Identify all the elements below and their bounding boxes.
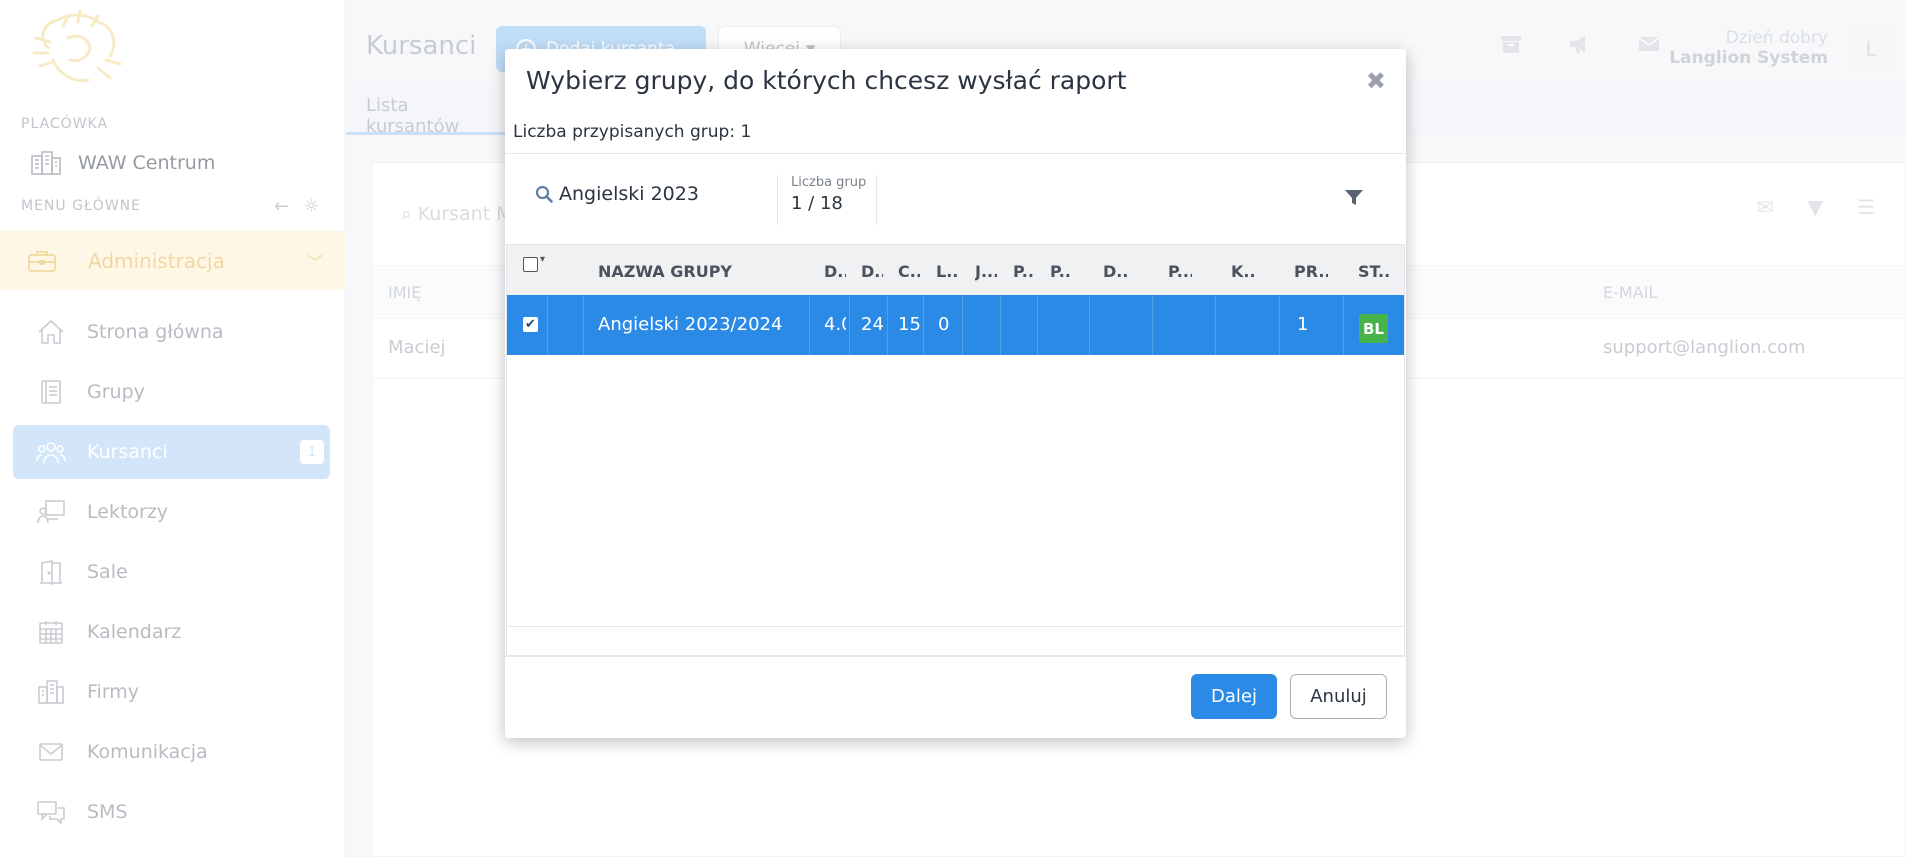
group-search-input[interactable]: Angielski 2023 — [535, 183, 699, 205]
group-count-label: Liczba grup — [791, 175, 867, 190]
column-divider — [583, 295, 584, 355]
groups-table: ▾ NAZWA GRUPY D... D... C... L... J... P… — [506, 244, 1405, 656]
table-header: ▾ NAZWA GRUPY D... D... C... L... J... P… — [507, 245, 1404, 295]
column-j[interactable]: J... — [975, 262, 997, 281]
group-count-value: 1 / 18 — [791, 193, 843, 214]
column-divider — [849, 295, 850, 355]
group-count: Liczba grup 1 / 18 — [791, 175, 866, 214]
column-divider — [809, 295, 810, 355]
column-divider — [962, 295, 963, 355]
column-divider — [1343, 295, 1344, 355]
divider — [876, 175, 877, 225]
group-name-cell: Angielski 2023/2024 — [598, 314, 783, 335]
dialog-title: Wybierz grupy, do których chcesz wysłać … — [526, 66, 1127, 95]
column-l[interactable]: L... — [936, 262, 958, 281]
divider — [505, 153, 1406, 154]
search-icon — [535, 185, 553, 203]
status-badge: BL — [1359, 314, 1388, 343]
divider — [505, 656, 1406, 657]
select-all-checkbox[interactable] — [523, 257, 538, 272]
table-footer-divider — [507, 626, 1404, 627]
cell-c: 150 — [898, 314, 920, 335]
column-divider — [923, 295, 924, 355]
column-d2[interactable]: D... — [861, 262, 883, 281]
column-p1[interactable]: P... — [1013, 262, 1035, 281]
next-button[interactable]: Dalej — [1191, 674, 1277, 719]
table-row[interactable]: ✔ Angielski 2023/2024 4.0 24 150 0 — [507, 295, 1404, 355]
select-groups-dialog: Wybierz grupy, do których chcesz wysłać … — [505, 49, 1406, 738]
cell-d1: 4.0 — [824, 314, 846, 335]
cell-d2: 24 — [861, 314, 884, 335]
select-all-caret-icon[interactable]: ▾ — [540, 254, 545, 265]
column-divider — [887, 295, 888, 355]
column-divider — [1089, 295, 1090, 355]
cell-pr: 1 — [1297, 314, 1309, 335]
cancel-button[interactable]: Anuluj — [1290, 674, 1387, 719]
column-divider — [1215, 295, 1216, 355]
filter-icon[interactable] — [1344, 189, 1364, 212]
column-k[interactable]: K... — [1231, 262, 1255, 281]
search-value: Angielski 2023 — [559, 183, 699, 205]
row-checkbox[interactable]: ✔ — [523, 317, 538, 332]
column-divider — [547, 295, 548, 355]
column-p2[interactable]: P... — [1050, 262, 1072, 281]
column-d3[interactable]: D... — [1103, 262, 1127, 281]
column-divider — [1037, 295, 1038, 355]
column-divider — [1279, 295, 1280, 355]
column-status[interactable]: ST... — [1358, 262, 1390, 281]
column-d1[interactable]: D... — [824, 262, 846, 281]
column-divider — [1000, 295, 1001, 355]
assigned-groups-count: Liczba przypisanych grup: 1 — [513, 122, 752, 142]
column-p3[interactable]: P... — [1168, 262, 1192, 281]
cell-l: 0 — [938, 314, 950, 335]
close-icon[interactable]: ✖ — [1366, 67, 1386, 95]
divider — [777, 175, 778, 225]
column-divider — [1152, 295, 1153, 355]
column-pr[interactable]: PR... — [1294, 262, 1328, 281]
column-group-name[interactable]: NAZWA GRUPY — [598, 262, 732, 281]
column-c[interactable]: C... — [898, 262, 920, 281]
